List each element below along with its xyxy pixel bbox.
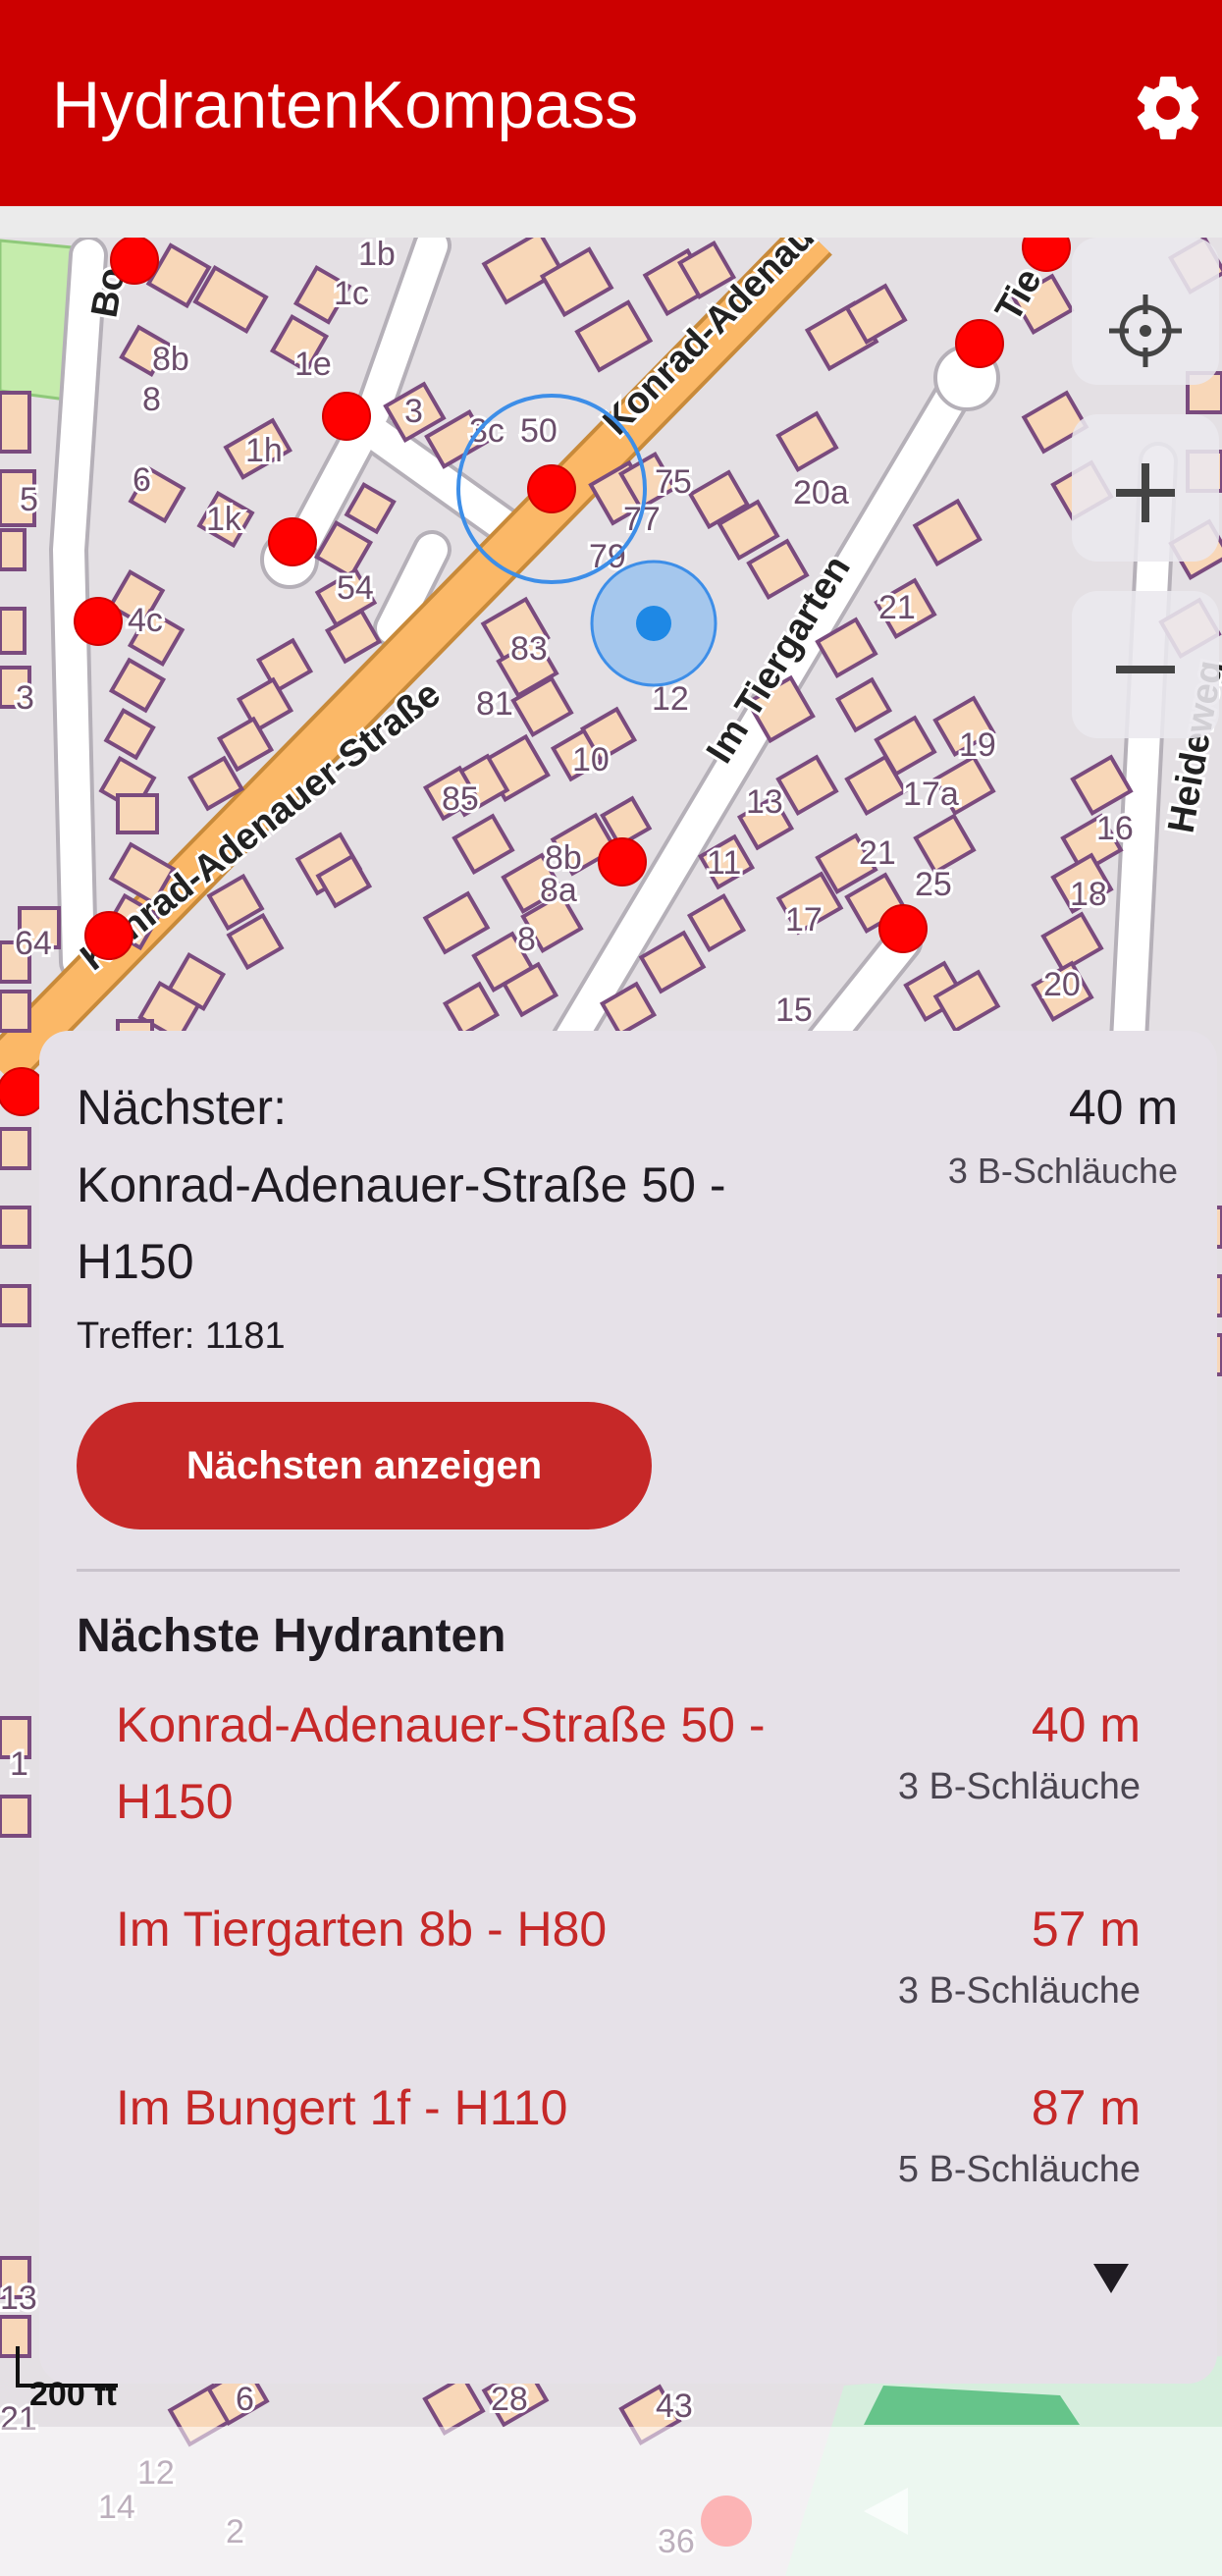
house-number: 15 [775,992,813,1029]
house-number: 8 [142,381,161,418]
list-item[interactable]: Im Tiergarten 8b - H80 57 m 3 B-Schläuch… [116,1891,1180,2028]
list-item-name: Im Tiergarten 8b - H80 [116,1902,608,1957]
divider [77,1569,1180,1572]
nearest-hoses: 3 B-Schläuche [947,1151,1178,1191]
list-item[interactable]: Konrad-Adenauer-Straße 50 - H150 40 m 3 … [116,1687,1180,1873]
hydrant-marker [322,392,371,441]
house-number: 81 [476,685,513,723]
list-title: Nächste Hydranten [77,1610,506,1662]
list-item-name: Konrad-Adenauer-Straße 50 - H150 [116,1697,766,1829]
house-number: 6 [236,2381,254,2418]
house-number: 1h [245,432,283,469]
nearest-hydrant-name: Konrad-Adenauer-Straße 50 - H150 [77,1157,726,1289]
system-nav-bar [0,2427,1222,2576]
show-nearest-button[interactable]: Nächsten anzeigen [77,1402,652,1530]
gear-icon[interactable] [1129,69,1207,147]
list-item-hoses: 3 B-Schläuche [897,1970,1141,2012]
map-top-strip [0,206,1222,238]
hydrant-marker [110,238,159,285]
list-item-hoses: 5 B-Schläuche [897,2149,1141,2190]
app-title: HydrantenKompass [52,68,639,142]
house-number: 43 [656,2388,693,2425]
hydrant-marker [527,464,576,513]
house-number: 3 [16,679,34,717]
house-number: 83 [510,630,548,668]
house-number: 1b [358,238,396,273]
house-number: 19 [959,726,996,764]
triangle-down-icon[interactable] [1080,2248,1142,2311]
house-number: 10 [572,741,610,778]
house-number: 64 [15,925,52,962]
list-item-distance: 87 m [1031,2080,1141,2135]
zoom-out-button[interactable] [1072,591,1219,738]
house-number: 4c [128,602,163,639]
house-number: 8a [540,872,577,909]
crosshair-icon [1109,295,1182,367]
house-number: 3 [404,393,423,430]
house-number: 54 [337,569,374,607]
house-number: 8b [152,341,189,378]
house-number: 1e [294,346,332,383]
house-number: 20 [1043,966,1081,1003]
house-number: 1c [334,275,369,312]
house-number: 18 [1070,876,1107,913]
house-number: 16 [1096,810,1134,847]
house-number: 3c [469,412,505,450]
list-item-distance: 57 m [1031,1902,1141,1957]
hit-count: Treffer: 1181 [77,1315,286,1357]
hydrant-marker [84,911,133,960]
hydrant-marker [268,517,317,566]
house-number: 13 [746,783,783,821]
house-number: 75 [655,463,692,501]
house-number: 8 [517,921,536,958]
house-number: 20a [793,474,849,511]
back-triangle-icon [701,2488,908,2547]
hydrant-marker [598,837,647,886]
nearest-distance: 40 m [1068,1080,1178,1135]
hydrant-info-card: Nächster: Konrad-Adenauer-Straße 50 - H1… [39,1031,1217,2384]
house-number: 13 [0,2280,37,2317]
app-bar: HydrantenKompass [0,0,1222,206]
list-item-hoses: 3 B-Schläuche [897,1766,1141,1807]
location-dot [636,606,671,641]
house-number: 21 [859,834,896,872]
house-number: 17 [785,901,823,939]
house-number: 1 [10,1745,28,1783]
minus-icon [1116,666,1175,673]
locate-button[interactable] [1072,238,1219,385]
list-item[interactable]: Im Bungert 1f - H110 87 m 5 B-Schläuche [116,2069,1180,2207]
house-number: 11 [707,844,741,882]
house-number: 1k [206,501,242,538]
house-number: 5 [20,481,38,518]
house-number: 85 [442,780,479,818]
house-number: 25 [915,866,952,903]
hydrant-marker [878,904,928,953]
hydrant-marker [74,597,123,646]
list-item-name: Im Bungert 1f - H110 [116,2080,568,2135]
house-number: 50 [520,412,558,450]
house-number: 28 [491,2381,528,2418]
hydrant-marker [1022,238,1071,272]
house-number: 17a [903,776,959,813]
nearest-label: Nächster: [77,1080,287,1135]
house-number: 6 [133,461,151,499]
zoom-in-button[interactable] [1072,414,1219,562]
plus-icon [1116,463,1175,522]
house-number: 21 [878,589,916,626]
list-item-distance: 40 m [1031,1697,1141,1752]
hydrant-marker [955,319,1004,368]
